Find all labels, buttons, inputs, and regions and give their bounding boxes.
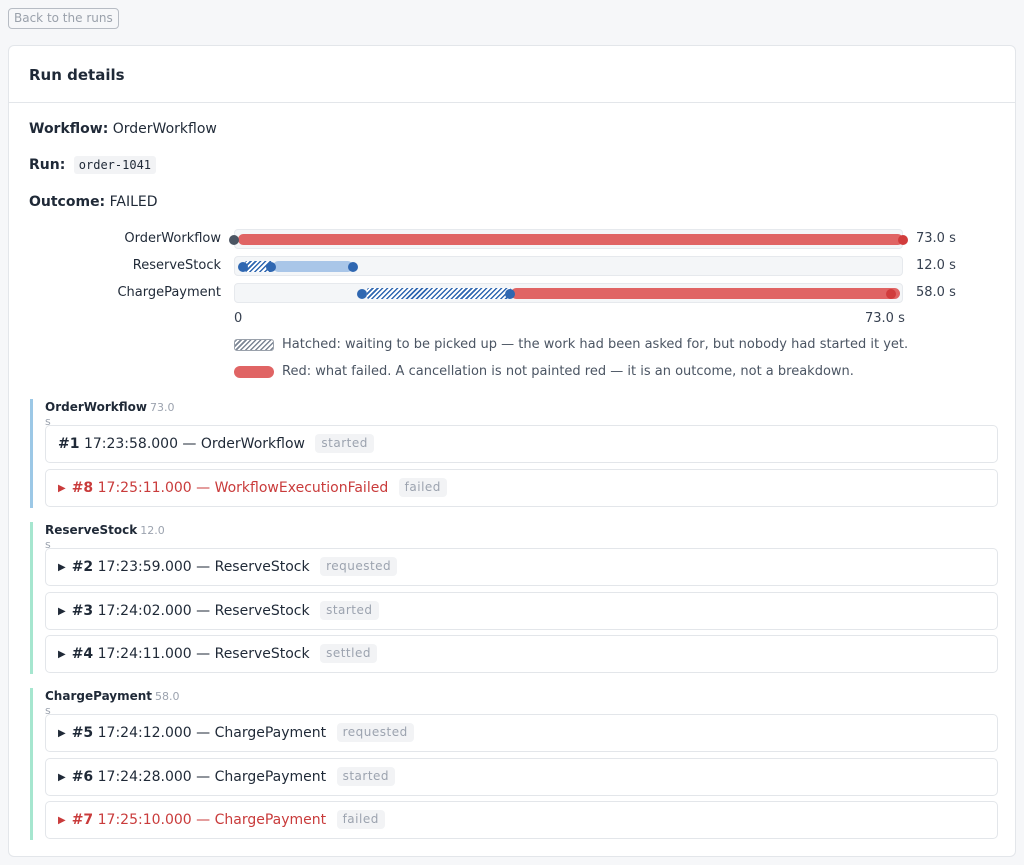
group-name: ChargePayment [45, 689, 153, 703]
event-text: 17:24:28.000 — ChargePayment [97, 769, 327, 785]
back-to-runs-button[interactable]: Back to the runs [8, 8, 119, 29]
timeline-track-reservestock [234, 256, 903, 276]
settled-marker [348, 262, 358, 272]
legend-red-swatch [234, 366, 274, 378]
event-number: #8 [71, 480, 94, 496]
status-badge: started [336, 767, 396, 786]
timeline-label-chargepayment: ChargePayment [117, 285, 221, 300]
expand-caret-icon[interactable]: ▶ [58, 594, 66, 630]
event-number: #2 [71, 559, 94, 575]
requested-marker [357, 289, 367, 299]
group-title: ChargePayment 58.0 s [45, 689, 180, 717]
event-text: 17:23:59.000 — ReserveStock [97, 559, 310, 575]
event-text: 17:24:02.000 — ReserveStock [97, 603, 310, 619]
event-row[interactable]: ▶ #4 17:24:11.000 — ReserveStock settled [45, 635, 998, 673]
timeline-label-reservestock: ReserveStock [132, 258, 221, 273]
panel-title: Run details [9, 46, 1015, 103]
run-id: order-1041 [73, 156, 157, 174]
started-marker [505, 289, 515, 299]
event-number: #3 [71, 603, 94, 619]
group-name: ReserveStock [45, 523, 138, 537]
workflow-value: OrderWorkflow [112, 121, 217, 137]
status-badge: started [320, 601, 379, 620]
event-number: #5 [71, 725, 94, 741]
event-text: 17:24:12.000 — ChargePayment [97, 725, 327, 741]
legend-red-text: Red: what failed. A cancellation is not … [282, 364, 854, 379]
event-text: 17:23:58.000 — OrderWorkflow [83, 436, 305, 452]
axis-start-label: 0 [234, 311, 243, 326]
timeline-duration-chargepayment: 58.0 s [916, 285, 956, 300]
event-row[interactable]: ▶ #6 17:24:28.000 — ChargePayment started [45, 758, 998, 796]
event-row[interactable]: ▶ #3 17:24:02.000 — ReserveStock started [45, 592, 998, 630]
legend-hatch-swatch [234, 339, 274, 351]
event-row[interactable]: ▶ #5 17:24:12.000 — ChargePayment request… [45, 714, 998, 752]
event-row[interactable]: ▶ #7 17:25:10.000 — ChargePayment failed [45, 801, 998, 839]
timeline-track-chargepayment [234, 283, 903, 303]
group-title: ReserveStock 12.0 s [45, 523, 165, 551]
event-text: 17:25:11.000 — WorkflowExecutionFailed [97, 480, 389, 496]
start-marker [229, 235, 239, 245]
failed-bar [238, 234, 903, 245]
event-number: #7 [71, 812, 94, 828]
expand-caret-icon[interactable]: ▶ [58, 716, 66, 752]
workflow-label: Workflow: [29, 121, 109, 137]
status-badge: settled [320, 644, 377, 663]
timeline-duration-reservestock: 12.0 s [916, 258, 956, 273]
status-badge: requested [320, 557, 398, 576]
timeline-duration-orderworkflow: 73.0 s [916, 231, 956, 246]
expand-caret-icon[interactable]: ▶ [58, 803, 66, 839]
workflow-field: Workflow: OrderWorkflow [29, 121, 217, 137]
outcome-field: Outcome: FAILED [29, 194, 158, 210]
requested-marker [238, 262, 248, 272]
group-chargepayment: ChargePayment 58.0 s ▶ #5 17:24:12.000 — C… [30, 688, 998, 840]
event-row[interactable]: #1 17:23:58.000 — OrderWorkflow started [45, 425, 998, 463]
timeline-label-orderworkflow: OrderWorkflow [124, 231, 221, 246]
running-bar [273, 261, 353, 272]
status-badge: failed [336, 810, 385, 829]
status-badge: requested [336, 723, 414, 742]
group-title: OrderWorkflow 73.0 s [45, 400, 174, 428]
started-marker [266, 262, 276, 272]
event-text: 17:24:11.000 — ReserveStock [97, 646, 310, 662]
outcome-label: Outcome: [29, 194, 106, 210]
expand-caret-icon[interactable]: ▶ [58, 760, 66, 796]
event-text: 17:25:10.000 — ChargePayment [97, 812, 327, 828]
fail-marker [886, 289, 896, 299]
axis-end-label: 73.0 s [865, 311, 905, 326]
event-number: #1 [58, 436, 80, 452]
run-field: Run: order-1041 [29, 156, 157, 174]
expand-caret-icon[interactable]: ▶ [58, 550, 66, 586]
event-row[interactable]: ▶ #2 17:23:59.000 — ReserveStock requeste… [45, 548, 998, 586]
group-reservestock: ReserveStock 12.0 s ▶ #2 17:23:59.000 — Re… [30, 522, 998, 674]
fail-marker [898, 235, 908, 245]
group-orderworkflow: OrderWorkflow 73.0 s #1 17:23:58.000 — Or… [30, 399, 998, 508]
run-label: Run: [29, 157, 66, 173]
event-number: #4 [71, 646, 94, 662]
status-badge: started [315, 434, 374, 453]
timeline-track-orderworkflow [229, 229, 908, 249]
expand-caret-icon[interactable]: ▶ [58, 471, 66, 507]
event-number: #6 [71, 769, 94, 785]
status-badge: failed [398, 478, 447, 497]
waiting-hatch [367, 288, 511, 299]
event-row[interactable]: ▶ #8 17:25:11.000 — WorkflowExecutionFail… [45, 469, 998, 507]
group-name: OrderWorkflow [45, 400, 147, 414]
run-details-panel: Run details Workflow: OrderWorkflow Run:… [8, 45, 1016, 857]
expand-caret-icon[interactable]: ▶ [58, 637, 66, 673]
legend-hatched-text: Hatched: waiting to be picked up — the w… [282, 337, 909, 352]
failed-bar [511, 288, 900, 299]
outcome-value: FAILED [109, 194, 158, 210]
